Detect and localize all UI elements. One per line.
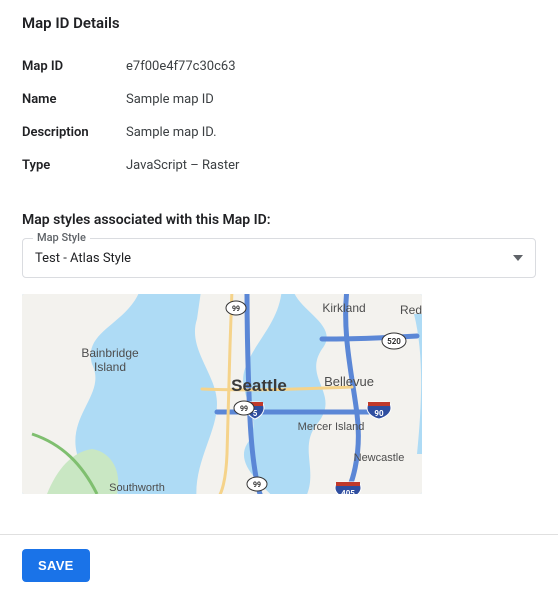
map-label-redmond: Redmond <box>400 303 422 317</box>
chevron-down-icon <box>513 255 523 261</box>
shield-sr99a-icon: 99 <box>226 301 246 315</box>
styles-heading: Map styles associated with this Map ID: <box>22 212 536 228</box>
svg-text:99: 99 <box>253 481 261 489</box>
detail-value-description: Sample map ID. <box>126 116 536 149</box>
map-label-bainbridge2: Island <box>94 360 126 374</box>
svg-text:99: 99 <box>240 405 248 413</box>
map-label-southworth: Southworth <box>109 482 165 494</box>
svg-text:405: 405 <box>341 489 355 494</box>
svg-text:99: 99 <box>232 305 240 313</box>
map-style-select-value: Test - Atlas Style <box>35 251 513 266</box>
page-title: Map ID Details <box>22 14 536 32</box>
map-preview: Seattle Kirkland Redmond Bellevue Mercer… <box>22 294 422 494</box>
detail-label-name: Name <box>22 83 126 116</box>
detail-label-type: Type <box>22 149 126 182</box>
shield-sr520-icon: 520 <box>382 333 406 349</box>
detail-value-name: Sample map ID <box>126 83 536 116</box>
map-label-bellevue: Bellevue <box>324 374 374 389</box>
shield-i405-icon: 405 <box>335 482 361 494</box>
shield-sr99b-icon: 99 <box>234 401 254 415</box>
map-style-select-label: Map Style <box>33 231 90 244</box>
detail-label-description: Description <box>22 116 126 149</box>
map-label-kirkland: Kirkland <box>322 301 365 315</box>
svg-text:90: 90 <box>374 409 384 418</box>
detail-value-type: JavaScript – Raster <box>126 149 536 182</box>
detail-label-mapid: Map ID <box>22 50 126 83</box>
details-table: Map ID e7f00e4f77c30c63 Name Sample map … <box>22 50 536 182</box>
map-label-seattle: Seattle <box>231 376 287 395</box>
map-label-bainbridge1: Bainbridge <box>81 346 139 360</box>
map-label-newcastle: Newcastle <box>354 452 405 464</box>
shield-sr99c-icon: 99 <box>247 477 267 491</box>
footer-bar: SAVE <box>0 534 558 596</box>
save-button[interactable]: SAVE <box>22 549 90 582</box>
detail-value-mapid: e7f00e4f77c30c63 <box>126 50 536 83</box>
map-style-select[interactable]: Map Style Test - Atlas Style <box>22 238 536 278</box>
map-label-mercer: Mercer Island <box>298 421 365 433</box>
svg-text:520: 520 <box>387 337 401 346</box>
